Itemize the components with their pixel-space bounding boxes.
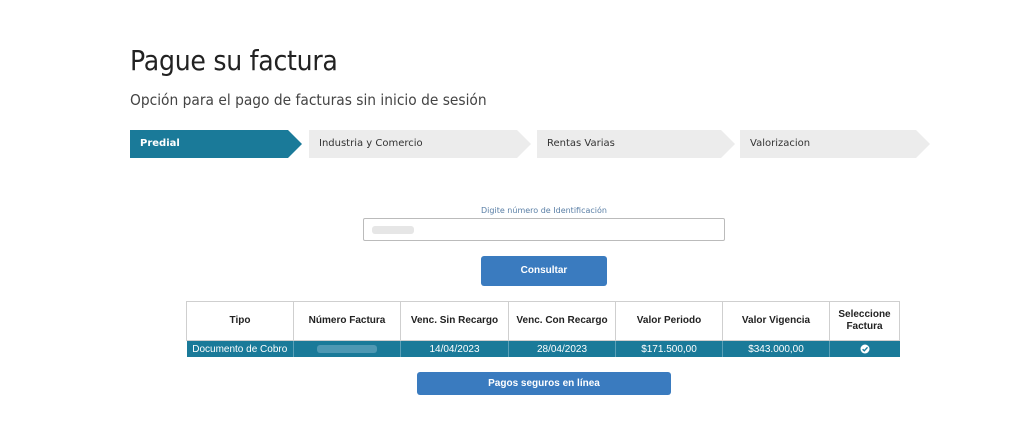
cell-valor-periodo: $171.500,00 bbox=[615, 340, 723, 357]
cell-numero-factura bbox=[293, 340, 401, 357]
header-venc-con-recargo: Venc. Con Recargo bbox=[508, 301, 616, 341]
pagos-seguros-button[interactable]: Pagos seguros en línea bbox=[417, 372, 671, 395]
header-valor-vigencia: Valor Vigencia bbox=[722, 301, 830, 341]
header-numero-factura: Número Factura bbox=[293, 301, 401, 341]
redacted-id-value bbox=[372, 226, 414, 234]
header-seleccione-factura: Seleccione Factura bbox=[829, 301, 900, 341]
tax-type-tabs: Predial Industria y Comercio Rentas Vari… bbox=[130, 130, 930, 158]
cell-venc-sin-recargo: 14/04/2023 bbox=[400, 340, 509, 357]
cell-venc-con-recargo: 28/04/2023 bbox=[508, 340, 616, 357]
consultar-button[interactable]: Consultar bbox=[481, 256, 607, 286]
table-header-row: Tipo Número Factura Venc. Sin Recargo Ve… bbox=[186, 301, 900, 341]
tab-predial[interactable]: Predial bbox=[130, 130, 302, 158]
cell-valor-vigencia: $343.000,00 bbox=[722, 340, 830, 357]
tab-valorizacion[interactable]: Valorizacion bbox=[740, 130, 930, 158]
redacted-invoice-number bbox=[317, 344, 377, 353]
tab-rentas-varias[interactable]: Rentas Varias bbox=[537, 130, 735, 158]
page-title: Pague su factura bbox=[130, 44, 338, 77]
id-field-label: Digite número de Identificación bbox=[481, 206, 607, 215]
check-circle-icon[interactable] bbox=[860, 344, 870, 354]
header-venc-sin-recargo: Venc. Sin Recargo bbox=[400, 301, 509, 341]
id-number-input[interactable] bbox=[363, 218, 725, 241]
tab-industria-y-comercio[interactable]: Industria y Comercio bbox=[309, 130, 531, 158]
cell-tipo: Documento de Cobro bbox=[186, 340, 294, 357]
table-row[interactable]: Documento de Cobro 14/04/2023 28/04/2023… bbox=[186, 340, 900, 357]
header-valor-periodo: Valor Periodo bbox=[615, 301, 723, 341]
invoice-table: Tipo Número Factura Venc. Sin Recargo Ve… bbox=[186, 301, 900, 357]
cell-seleccione[interactable] bbox=[829, 340, 900, 357]
header-tipo: Tipo bbox=[186, 301, 294, 341]
page-subtitle: Opción para el pago de facturas sin inic… bbox=[130, 91, 487, 109]
